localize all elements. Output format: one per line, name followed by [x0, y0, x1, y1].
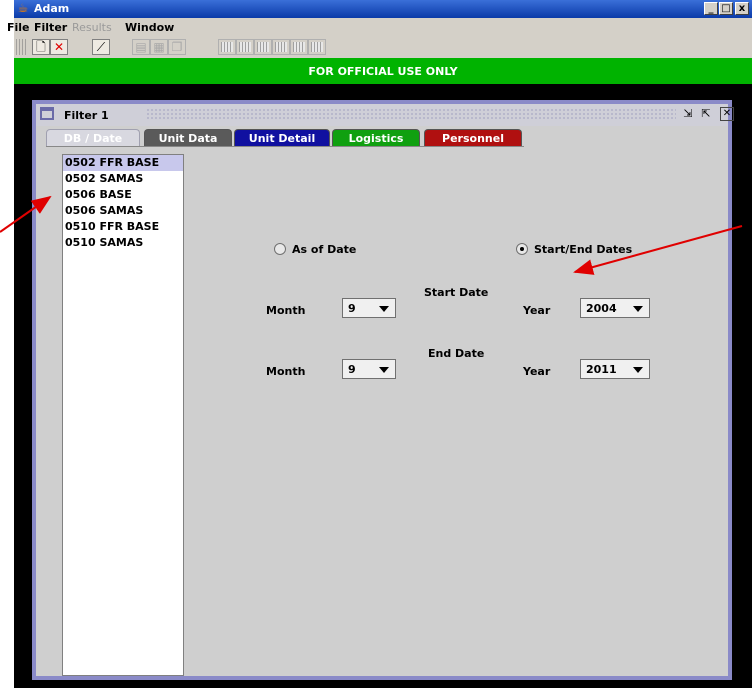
arrow-to-date-fields — [573, 225, 743, 275]
arrow-to-database-list — [0, 195, 52, 233]
annotation-arrows — [0, 195, 743, 275]
application-window: ☕ Adam _ □ x File Filter Results Window … — [0, 0, 752, 688]
